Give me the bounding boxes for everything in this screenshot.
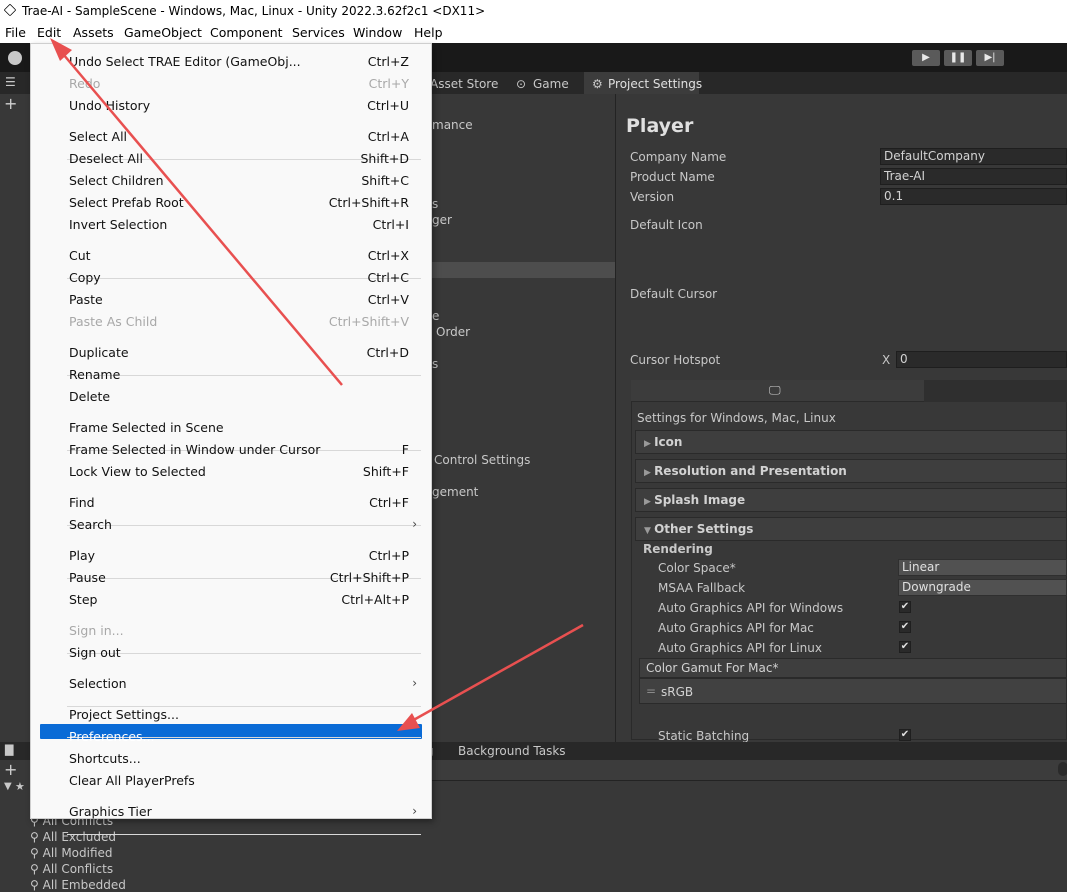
- annotation-arrowhead: [397, 713, 420, 731]
- annotation-arrows: [50, 38, 584, 731]
- annotation-arrow-line: [409, 623, 584, 724]
- annotation-arrowhead: [50, 38, 72, 61]
- annotation-arrow-line: [57, 47, 343, 386]
